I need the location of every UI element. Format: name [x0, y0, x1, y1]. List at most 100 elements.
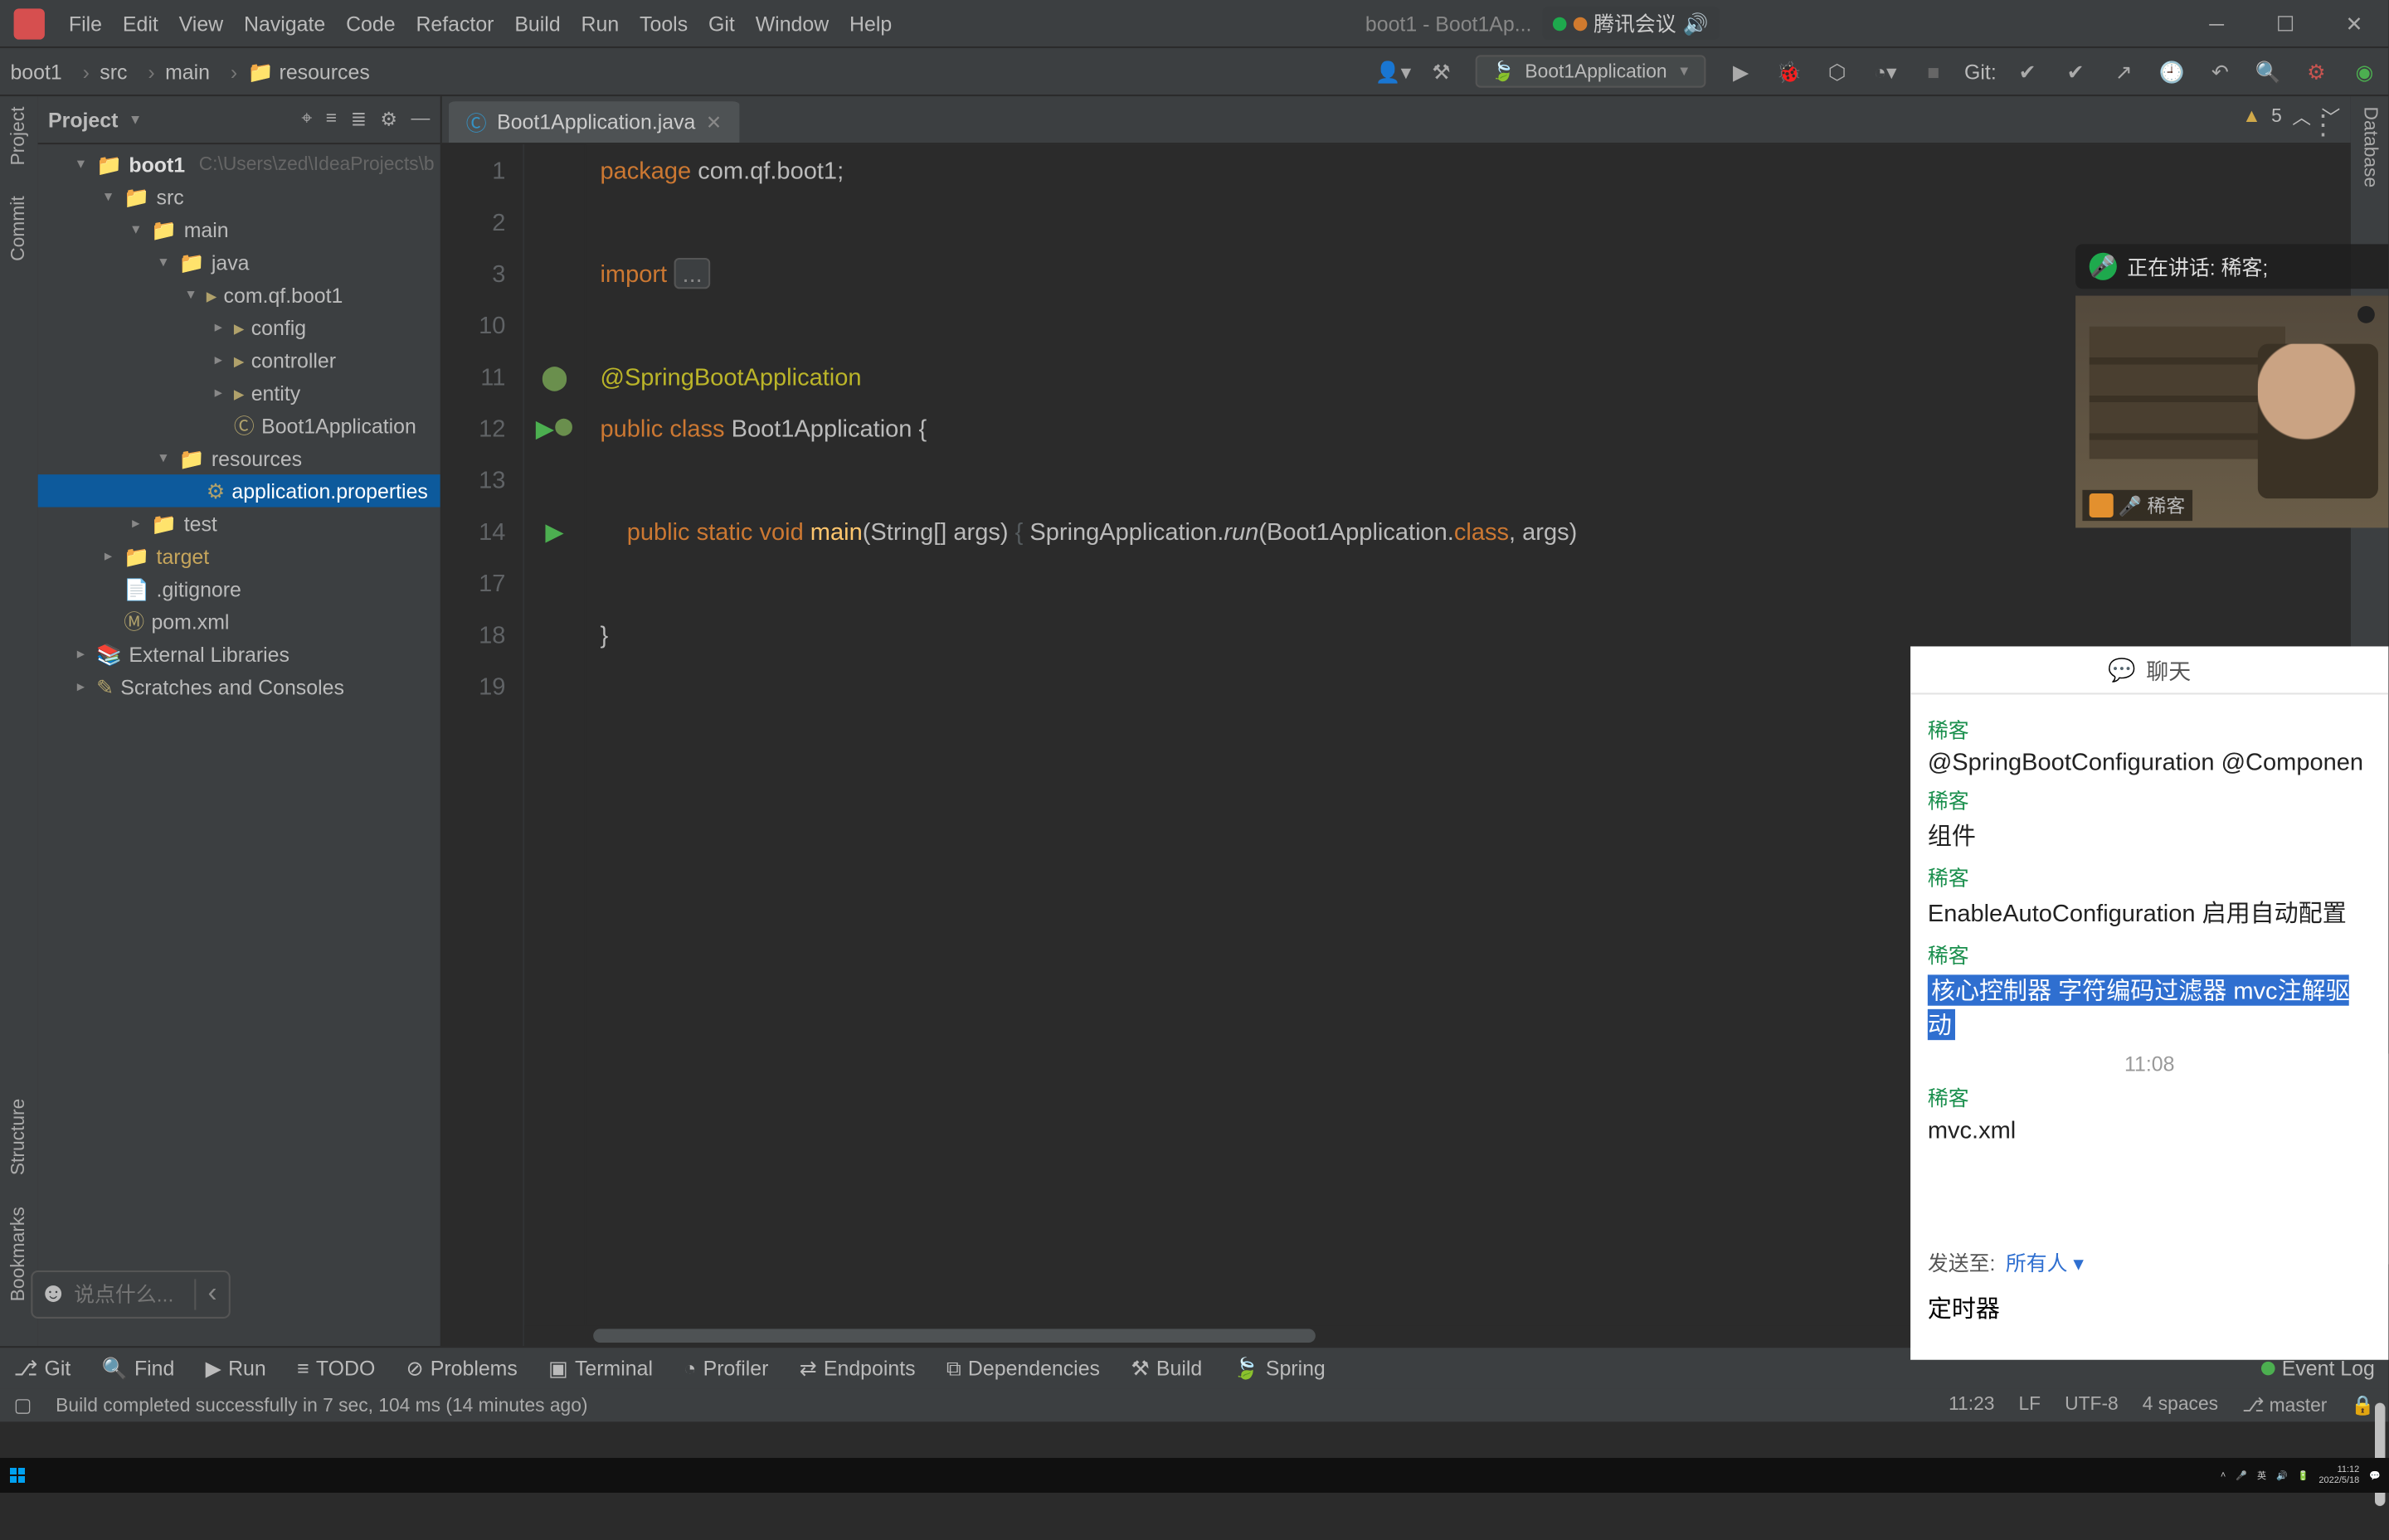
tree-row[interactable]: Ⓜpom.xml — [38, 605, 440, 638]
search-everywhere-icon[interactable]: 🔍 — [2247, 51, 2289, 92]
run-button[interactable]: ▶ — [1720, 51, 1762, 92]
tool-endpoints[interactable]: ⇄ Endpoints — [800, 1357, 916, 1381]
lock-icon[interactable]: 🔒 — [2351, 1394, 2374, 1416]
profile-button[interactable]: ◔▾ — [1865, 51, 1906, 92]
project-view-label[interactable]: Project — [48, 108, 118, 132]
indent-info[interactable]: 4 spaces — [2143, 1394, 2218, 1416]
menu-refactor[interactable]: Refactor — [406, 11, 504, 35]
file-encoding[interactable]: UTF-8 — [2065, 1394, 2119, 1416]
tray-ime[interactable]: 英 — [2257, 1469, 2266, 1482]
tree-row[interactable]: ▾📁src — [38, 181, 440, 213]
menu-tools[interactable]: Tools — [630, 11, 698, 35]
tree-row[interactable]: ▸📁test — [38, 508, 440, 540]
tree-row[interactable]: ▸▸controller — [38, 344, 440, 376]
windows-taskbar[interactable]: ˄ 🎤 英 🔊 🔋 11:122022/5/18 💬 — [0, 1458, 2389, 1493]
git-rollback-icon[interactable]: ↶ — [2199, 51, 2241, 92]
start-button[interactable] — [0, 1468, 35, 1483]
participant-video[interactable]: 🎤 稀客 — [2075, 296, 2388, 528]
speech-collapse-icon[interactable]: ‹ — [194, 1279, 228, 1309]
menu-code[interactable]: Code — [336, 11, 406, 35]
collapse-all-icon[interactable]: ≣ — [351, 109, 367, 131]
menu-help[interactable]: Help — [839, 11, 903, 35]
tray-clock[interactable]: 11:122022/5/18 — [2318, 1465, 2359, 1486]
prev-highlight-icon[interactable]: ︿ — [2292, 103, 2311, 130]
status-square-icon[interactable]: ▢ — [14, 1394, 32, 1416]
git-history-icon[interactable]: 🕘 — [2151, 51, 2192, 92]
tray-notifications-icon[interactable]: 💬 — [2369, 1470, 2381, 1481]
settings-icon[interactable]: ⚙ — [2295, 51, 2337, 92]
tool-build[interactable]: ⚒ Build — [1131, 1357, 1202, 1381]
tree-row[interactable]: ▸📁target — [38, 540, 440, 572]
menu-file[interactable]: File — [58, 11, 112, 35]
breadcrumb-root[interactable]: boot1 — [0, 60, 72, 84]
speech-field[interactable] — [74, 1282, 194, 1306]
menu-window[interactable]: Window — [745, 11, 839, 35]
window-close-button[interactable]: ✕ — [2319, 0, 2388, 47]
tree-row[interactable]: ▾📁resources — [38, 442, 440, 474]
tool-todo[interactable]: ≡ TODO — [297, 1357, 375, 1381]
tree-row[interactable]: ▸▸entity — [38, 376, 440, 409]
breadcrumb-item[interactable]: 📁 resources — [220, 60, 380, 84]
tree-row[interactable]: ▸✎Scratches and Consoles — [38, 670, 440, 702]
speech-input[interactable]: ☻ ‹ — [31, 1270, 230, 1319]
expand-all-icon[interactable]: ≡ — [326, 109, 337, 131]
tree-row[interactable]: ▸▸config — [38, 311, 440, 343]
window-minimize-button[interactable]: ─ — [2182, 0, 2251, 47]
breadcrumb-item[interactable]: src — [72, 60, 138, 84]
tool-git[interactable]: ⎇ Git — [14, 1357, 71, 1381]
breadcrumb-item[interactable]: main — [138, 60, 221, 84]
tree-row[interactable]: ▾📁main — [38, 213, 440, 245]
locate-icon[interactable]: ⌖ — [301, 109, 312, 131]
coverage-button[interactable]: ⬡ — [1817, 51, 1858, 92]
tree-row[interactable]: ▾▸com.qf.boot1 — [38, 279, 440, 311]
build-hammer-icon[interactable]: ⚒ — [1421, 51, 1462, 92]
tool-bookmarks-tab[interactable]: Bookmarks — [8, 1207, 29, 1301]
git-commit-icon[interactable]: ✔ — [2055, 51, 2096, 92]
editor-tab[interactable]: Ⓒ Boot1Application.java ✕ — [449, 98, 739, 143]
tool-run[interactable]: ▶ Run — [206, 1357, 266, 1381]
menu-view[interactable]: View — [168, 11, 233, 35]
tree-row[interactable]: ▾📁boot1C:\Users\zed\IdeaProjects\b — [38, 148, 440, 180]
next-highlight-icon[interactable]: ﹀ — [2322, 103, 2341, 130]
menu-edit[interactable]: Edit — [112, 11, 168, 35]
tree-row[interactable]: ⒸBoot1Application — [38, 409, 440, 441]
tool-structure-tab[interactable]: Structure — [8, 1099, 29, 1176]
chevron-down-icon[interactable]: ▼ — [129, 112, 142, 128]
menu-git[interactable]: Git — [698, 11, 746, 35]
chat-messages[interactable]: 稀客@SpringBootConfiguration @Componen稀客组件… — [1910, 694, 2388, 1241]
window-maximize-button[interactable]: ☐ — [2251, 0, 2320, 47]
project-tree[interactable]: ▾📁boot1C:\Users\zed\IdeaProjects\b▾📁src▾… — [38, 144, 440, 1346]
tool-find[interactable]: 🔍 Find — [102, 1357, 175, 1381]
menu-build[interactable]: Build — [504, 11, 571, 35]
tool-terminal[interactable]: ▣ Terminal — [548, 1357, 653, 1381]
tray-volume-icon[interactable]: 🔊 — [2276, 1470, 2288, 1481]
git-update-icon[interactable]: ✔ — [2007, 51, 2048, 92]
tool-commit-tab[interactable]: Commit — [8, 197, 29, 262]
tool-profiler[interactable]: ◔ Profiler — [684, 1357, 768, 1381]
chat-scrollbar[interactable] — [2375, 715, 2385, 1540]
tool-problems[interactable]: ⊘ Problems — [406, 1357, 518, 1381]
git-branch[interactable]: ⎇ master — [2242, 1394, 2327, 1416]
event-log[interactable]: Event Log — [2261, 1357, 2375, 1381]
tool-database-tab[interactable]: Database — [2359, 107, 2380, 188]
tool-project-tab[interactable]: Project — [8, 107, 29, 166]
caret-position[interactable]: 11:23 — [1949, 1394, 1994, 1416]
menu-navigate[interactable]: Navigate — [234, 11, 336, 35]
tray-mic-icon[interactable]: 🎤 — [2236, 1470, 2247, 1481]
tree-row[interactable]: ▸📚External Libraries — [38, 638, 440, 670]
tree-row[interactable]: 📄.gitignore — [38, 572, 440, 605]
chat-send-to[interactable]: 发送至: 所有人 ▾ — [1910, 1241, 2388, 1285]
add-user-icon[interactable]: 👤▾ — [1373, 51, 1414, 92]
stop-button[interactable]: ■ — [1913, 51, 1954, 92]
tray-chevron-icon[interactable]: ˄ — [2221, 1470, 2226, 1480]
menu-run[interactable]: Run — [571, 11, 630, 35]
debug-button[interactable]: 🐞 — [1769, 51, 1810, 92]
hide-panel-icon[interactable]: — — [411, 109, 430, 131]
tool-dependencies[interactable]: ⧉ Dependencies — [946, 1356, 1100, 1382]
git-push-icon[interactable]: ↗ — [2103, 51, 2144, 92]
close-tab-icon[interactable]: ✕ — [706, 111, 722, 134]
run-config-selector[interactable]: 🍃 Boot1Application▼ — [1476, 55, 1706, 87]
tree-row[interactable]: ▾📁java — [38, 245, 440, 278]
line-separator[interactable]: LF — [2018, 1394, 2041, 1416]
tool-spring[interactable]: 🍃 Spring — [1233, 1357, 1326, 1381]
